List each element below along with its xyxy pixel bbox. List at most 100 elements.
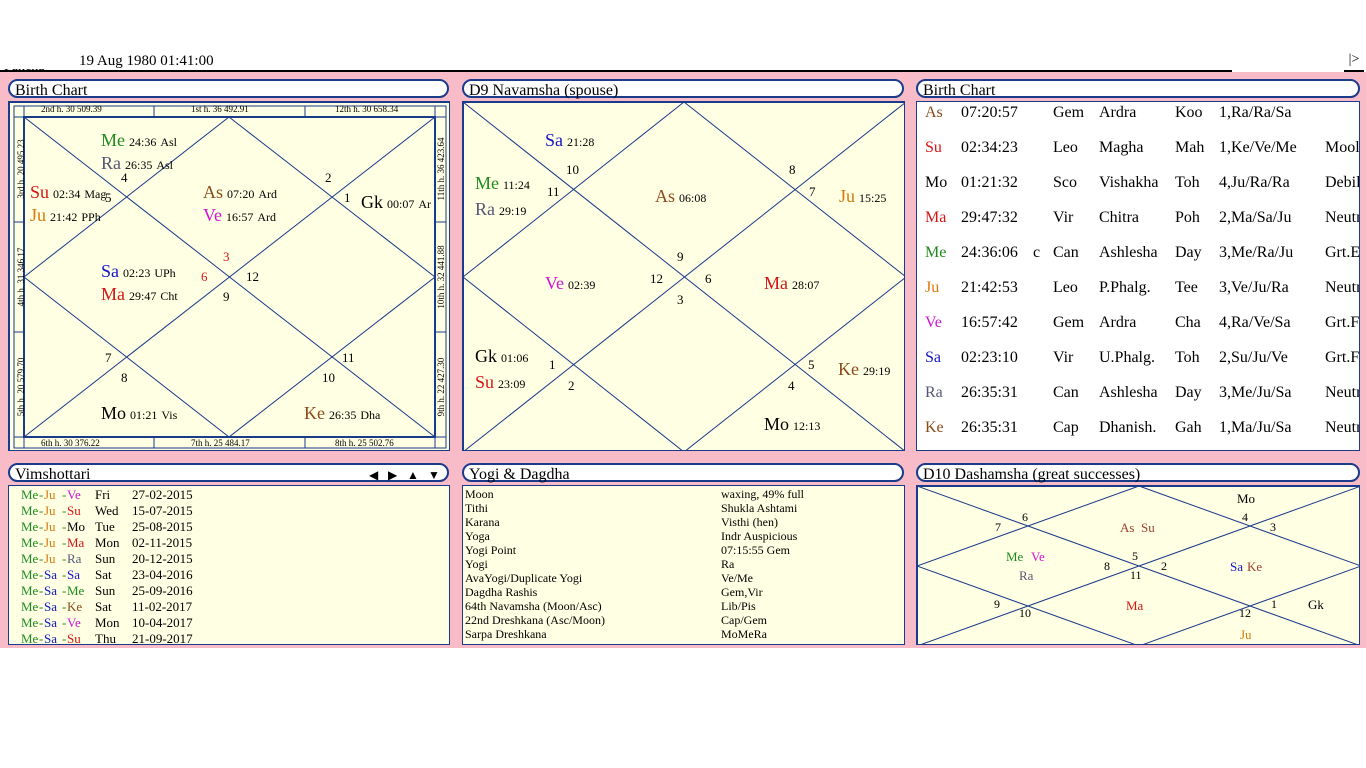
d10-sign-11: 11 [1130,568,1142,582]
list-item[interactable]: Me - Sa - Ve Mon 10-04-2017 [21,615,441,631]
table-cell-lord: Toh [1175,349,1200,366]
table-cell-pada: 2,Ma/Sa/Ju [1219,209,1292,226]
birth-su[interactable]: Su 02:34 Mag [30,182,106,203]
table-cell-pos: 16:57:42 [961,314,1018,331]
birth-mo[interactable]: Mo 01:21 Vis [101,403,177,424]
table-cell-pos: 26:35:31 [961,384,1018,401]
d10-sa[interactable]: Sa [1230,559,1243,575]
list-item[interactable]: Me - Ju - Su Wed 15-07-2015 [21,503,441,519]
d9-su[interactable]: Su 23:09 [475,372,525,393]
d10-sign-2: 2 [1161,559,1167,573]
list-item[interactable]: Me - Sa - Su Thu 21-09-2017 [21,631,441,645]
table-cell-nak: Chitra [1099,209,1139,226]
yogi-value: Ve/Me [721,571,753,585]
table-cell-lord: Day [1175,384,1202,401]
birth-me[interactable]: Me 24:36 Asl [101,130,177,151]
d10-gk[interactable]: Gk [1308,597,1324,613]
dasha-separator: - [62,599,67,614]
yogi-title: Yogi & Dagdha [469,466,570,483]
yogi-value: waxing, 49% full [721,487,804,501]
birth-gk[interactable]: Gk 00:07 Ar [361,192,431,213]
d9-sign-3: 3 [677,292,684,307]
dasha-separator: - [62,487,67,502]
d9-ra[interactable]: Ra 29:19 [475,199,526,220]
house-strength-2: 2nd h. 30 509.39 [41,104,102,114]
d9-sign-9: 9 [677,249,684,264]
d9-me[interactable]: Me 11:24 [475,173,530,194]
d9-panel[interactable]: Sa 21:28 Me 11:24 Ra 29:19 As 06:08 Ju 15:25 … [462,101,905,451]
dasha-separator: - [39,631,44,645]
vimshottari-panel[interactable]: Me - Ju - Ve Fri 27-02-2015 Me - Ju - Su Wed 15-07-20… [8,485,450,645]
list-item: Sarpa Dreshkana MoMeRa [465,627,895,641]
down-arrow-icon[interactable]: ▼ [428,466,440,485]
dasha-b: Sa [44,615,57,630]
birth-ke[interactable]: Ke 26:35 Dha [304,403,380,424]
dasha-day: Wed [95,503,119,518]
list-item[interactable]: Me - Sa - Sa Sat 23-04-2016 [21,567,441,583]
list-item[interactable]: Me - Ju - Ma Mon 02-11-2015 [21,535,441,551]
prev-arrow-icon[interactable]: ◀ [369,466,378,485]
d9-ke[interactable]: Ke 29:19 [838,359,890,380]
next-button[interactable]: |> [1344,52,1364,72]
birth-as[interactable]: As 07:20 Ard [203,182,277,203]
dasha-day: Thu [95,631,116,645]
d9-gk[interactable]: Gk 01:06 [475,346,528,367]
list-item[interactable]: Me - Ju - Mo Tue 25-08-2015 [21,519,441,535]
d10-mo[interactable]: Mo [1237,491,1255,507]
yogi-key: Karana [465,515,500,529]
dasha-a: Me [21,631,39,645]
birth-table-panel[interactable]: As 07:20:57 Gem Ardra Koo 1,Ra/Ra/Sa Su 02:34:2… [916,101,1360,451]
list-item[interactable]: Me - Ju - Ra Sun 20-12-2015 [21,551,441,567]
list-item[interactable]: Me - Sa - Me Sun 25-09-2016 [21,583,441,599]
birth-ma[interactable]: Ma 29:47 Cht [101,284,178,305]
birth-ve[interactable]: Ve 16:57 Ard [203,205,276,226]
up-arrow-icon[interactable]: ▲ [407,466,419,485]
d10-ra[interactable]: Ra [1019,568,1033,584]
table-cell-sign: Gem [1053,314,1085,331]
dasha-date: 10-04-2017 [132,615,193,630]
d9-sa[interactable]: Sa 21:28 [545,130,594,151]
yogi-value: Shukla Ashtami [721,501,798,515]
list-item[interactable]: Me - Ju - Ve Fri 27-02-2015 [21,487,441,503]
d10-ve[interactable]: Ve [1031,549,1045,565]
d10-ke[interactable]: Ke [1247,559,1262,575]
yogi-key: 22nd Dreshkana (Asc/Moon) [465,613,605,627]
table-cell-nak: Dhanish. [1099,419,1157,436]
d9-ve[interactable]: Ve 02:39 [545,273,595,294]
datetime-display: 19 Aug 1980 01:41:00 [79,53,214,69]
table-cell-status: Grt.E [1325,244,1360,261]
table-cell-status: Neutr [1325,279,1360,296]
birth-ju[interactable]: Ju 21:42 PPh [30,205,101,226]
d9-mo[interactable]: Mo 12:13 [764,414,820,435]
dasha-a: Me [21,503,39,518]
d9-ju[interactable]: Ju 15:25 [839,186,886,207]
vimshottari-title: Vimshottari [15,466,91,483]
next-arrow-icon[interactable]: ▶ [388,466,397,485]
d10-ma[interactable]: Ma [1126,598,1143,614]
d9-ma[interactable]: Ma 28:07 [764,273,819,294]
dasha-date: 27-02-2015 [132,487,193,502]
dasha-c: Me [67,583,85,598]
d10-su[interactable]: Su [1141,520,1155,536]
d10-as[interactable]: As [1120,520,1134,536]
list-item[interactable]: Me - Sa - Ke Sat 11-02-2017 [21,599,441,615]
table-cell-pada: 3,Me/Ju/Sa [1219,384,1292,401]
d10-header: D10 Dashamsha (great successes) [916,463,1360,483]
d9-sign-7: 7 [809,184,816,199]
table-cell-sign: Can [1053,384,1079,401]
birth-sa[interactable]: Sa 02:23 UPh [101,261,176,282]
birth-sign-6: 6 [201,269,208,284]
d10-ju[interactable]: Ju [1240,627,1252,643]
house-strength-12: 12th h. 30 658.34 [335,104,399,114]
d10-panel[interactable]: Mo As Su Me Ve Ra Sa Ke Ma Gk Ju 6 7 4 3… [916,485,1360,645]
dasha-c: Su [67,631,81,645]
d9-as[interactable]: As 06:08 [655,186,706,207]
yogi-panel[interactable]: Moon waxing, 49% full Tithi Shukla Ashtami K… [462,485,905,645]
dasha-b: Sa [44,583,57,598]
dasha-day: Fri [95,487,111,502]
birth-ra[interactable]: Ra 26:35 Asl [101,153,173,174]
dasha-c: Ve [67,615,81,630]
birth-chart-panel[interactable]: 2nd h. 30 509.39 1st h. 36 492.91 12th h… [8,101,450,451]
d10-me[interactable]: Me [1006,549,1023,565]
dasha-separator: - [62,615,67,630]
